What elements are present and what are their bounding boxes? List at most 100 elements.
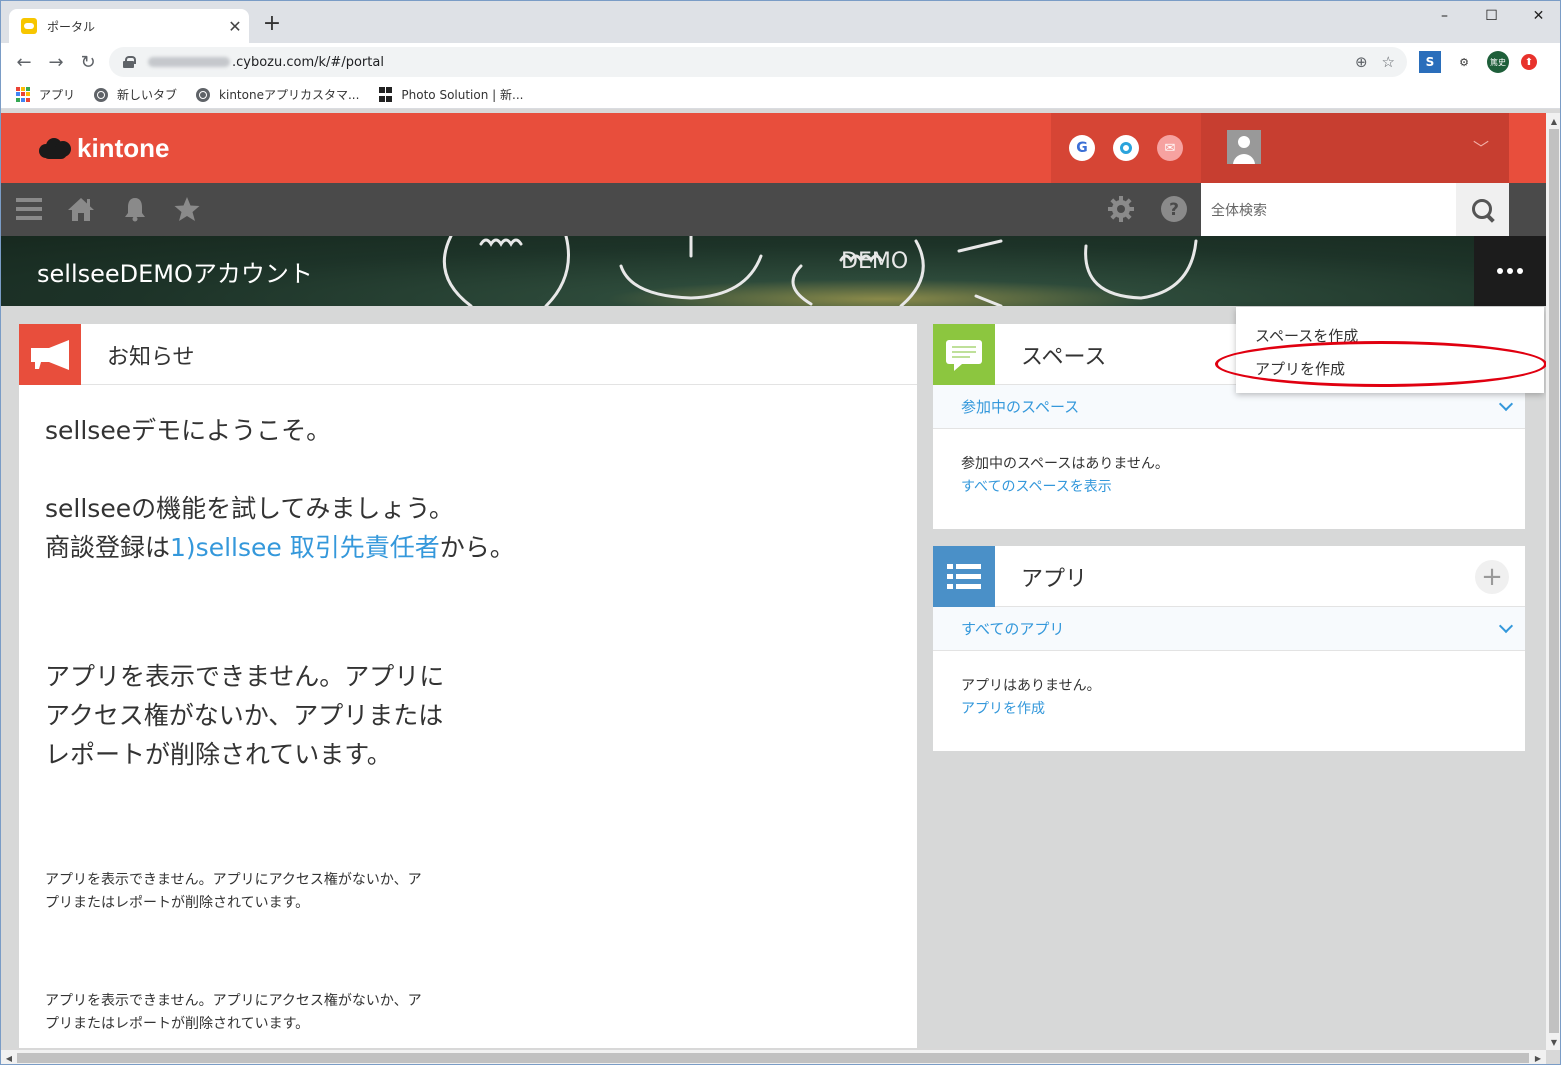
zoom-icon[interactable]: ⊕ [1355,53,1368,71]
address-bar[interactable]: .cybozu.com/k/#/portal ⊕ ☆ [109,47,1407,77]
maximize-button[interactable]: ☐ [1468,1,1515,31]
tab-close-icon[interactable]: ✕ [221,17,249,36]
home-icon[interactable] [67,195,95,223]
bookmarks-bar: アプリ 新しいタブ kintoneアプリカスタマ... Photo Soluti… [1,81,1560,109]
vertical-scrollbar[interactable]: ▲ ▼ [1546,113,1560,1050]
bookmark-apps[interactable]: アプリ [15,86,75,103]
notice-body: sellseeデモにようこそ。 sellseeの機能を試してみましょう。 商談登… [19,385,917,1062]
space-banner: DEMO sellseeDEMOアカウント [1,236,1546,306]
contact-app-link[interactable]: 1)sellsee 取引先責任者 [170,533,440,562]
scroll-down-icon[interactable]: ▼ [1546,1034,1560,1050]
reload-icon[interactable]: ↻ [77,51,99,73]
horizontal-scroll-thumb[interactable] [17,1053,1529,1063]
title-bar: ポータル ✕ + – ☐ ✕ [1,1,1560,43]
create-space-menu-item[interactable]: スペースを作成 [1236,319,1544,352]
horizontal-scrollbar[interactable]: ◀ ▶ [1,1050,1546,1064]
notification-bell-icon[interactable] [121,195,149,223]
chevron-down-icon [1498,618,1514,633]
user-avatar-icon [1227,130,1261,164]
global-search-input[interactable]: 全体検索 [1201,183,1456,236]
vertical-scroll-thumb[interactable] [1549,129,1559,1033]
update-icon[interactable]: ⬆ [1521,54,1537,70]
intro-line: sellseeの機能を試してみましょう。 [45,494,454,523]
user-menu[interactable]: ﹀ [1201,113,1509,183]
space-title: sellseeDEMOアカウント [37,260,313,288]
globe-icon [196,87,211,102]
add-app-button[interactable]: + [1475,560,1509,594]
app-list-icon [933,546,995,607]
extension-icons: S ⚙ 篤史 ⬆ [1419,51,1537,73]
spaces-filter-label: 参加中のスペース [961,398,1080,416]
spaces-empty-state: 参加中のスペースはありません。 すべてのスペースを表示 [933,429,1525,523]
garoon-icon[interactable]: G [1069,135,1095,161]
bookmark-kintone-customize[interactable]: kintoneアプリカスタマ... [195,86,359,103]
welcome-text: sellseeデモにようこそ。 [45,416,332,445]
lock-icon [123,56,136,68]
browser-toolbar: ← → ↻ .cybozu.com/k/#/portal ⊕ ☆ S ⚙ 篤史 … [1,43,1560,81]
chevron-down-icon: ﹀ [1472,139,1489,158]
spaces-empty-text: 参加中のスペースはありません。 [961,456,1169,472]
extension-puzzle-icon[interactable]: ⚙ [1453,51,1475,73]
app-error-small-2: アプリを表示できません。アプリにアクセス権がないか、ア プリまたはレポートが削除… [45,993,422,1032]
apps-card: アプリ + すべてのアプリ アプリはありません。 アプリを作成 [933,546,1525,751]
app-error-small-1: アプリを表示できません。アプリにアクセス権がないか、ア プリまたはレポートが削除… [45,872,422,911]
bookmark-new-tab[interactable]: 新しいタブ [93,86,177,103]
create-app-menu-item[interactable]: アプリを作成 [1236,352,1544,385]
tab-title: ポータル [47,19,96,34]
kintone-cloud-icon [39,136,73,162]
bookmark-star-icon[interactable]: ☆ [1382,53,1395,71]
apps-empty-state: アプリはありません。 アプリを作成 [933,651,1525,745]
chevron-down-icon [1498,396,1514,411]
help-question-icon[interactable]: ? [1160,195,1188,223]
browser-window: ポータル ✕ + – ☐ ✕ ← → ↻ .cybozu.com/k/#/por… [0,0,1561,1065]
search-button[interactable] [1456,183,1509,236]
window-controls: – ☐ ✕ [1421,1,1560,31]
menu-hamburger-icon[interactable] [15,195,43,223]
service-links: G ✉ [1051,113,1201,183]
kintone-nav-bar: ? 全体検索 [1,183,1546,236]
mail-icon[interactable]: ✉ [1157,135,1183,161]
browser-tab[interactable]: ポータル ✕ [9,9,249,43]
search-icon [1471,198,1494,221]
show-all-spaces-link[interactable]: すべてのスペースを表示 [961,479,1112,495]
spaces-title: スペース [1021,345,1107,370]
notice-title: お知らせ [107,345,195,370]
favorites-star-icon[interactable] [173,195,201,223]
svg-text:?: ? [1169,200,1179,220]
app-error-large: アプリを表示できません。アプリに アクセス権がないか、アプリまたは レポートが削… [45,662,445,769]
notice-card: お知らせ sellseeデモにようこそ。 sellseeの機能を試してみましょう… [19,324,917,1048]
apps-card-header: アプリ + [933,546,1525,607]
scroll-right-icon[interactable]: ▶ [1530,1050,1546,1064]
omnibox-icons: ⊕ ☆ [1355,53,1395,71]
scroll-left-icon[interactable]: ◀ [1,1050,17,1064]
svg-text:DEMO: DEMO [841,249,908,274]
back-arrow-icon[interactable]: ← [13,51,35,73]
apps-filter-label: すべてのアプリ [961,620,1065,638]
more-options-dropdown: スペースを作成 アプリを作成 [1236,307,1544,393]
apps-filter-select[interactable]: すべてのアプリ [933,607,1525,651]
url-blurred-subdomain [148,57,230,67]
apps-title: アプリ [1021,567,1088,592]
url-text: .cybozu.com/k/#/portal [232,54,384,70]
speech-bubble-icon [933,324,995,385]
settings-gear-icon[interactable] [1107,195,1135,223]
kintone-header: kintone G ✉ ﹀ [1,113,1546,183]
kintone-favicon-icon [21,18,37,34]
minimize-button[interactable]: – [1421,1,1468,31]
create-app-link[interactable]: アプリを作成 [961,701,1045,717]
close-window-button[interactable]: ✕ [1515,1,1560,31]
globe-icon [94,87,109,102]
kintone-logo[interactable]: kintone [39,133,169,164]
apps-grid-icon [15,86,31,103]
notice-card-header: お知らせ [19,324,917,385]
new-tab-button[interactable]: + [259,11,285,36]
more-options-icon[interactable] [1474,236,1546,306]
sellsee-extension-icon[interactable]: S [1419,51,1441,73]
profile-avatar[interactable]: 篤史 [1487,51,1509,73]
portal-content: お知らせ sellseeデモにようこそ。 sellseeの機能を試してみましょう… [1,306,1546,1048]
office-icon[interactable] [1113,135,1139,161]
bookmark-photo-solution[interactable]: Photo Solution | 新... [377,86,523,103]
deal-registration-line: 商談登録は1)sellsee 取引先責任者から。 [45,533,515,562]
forward-arrow-icon[interactable]: → [45,51,67,73]
scroll-up-icon[interactable]: ▲ [1546,113,1560,129]
